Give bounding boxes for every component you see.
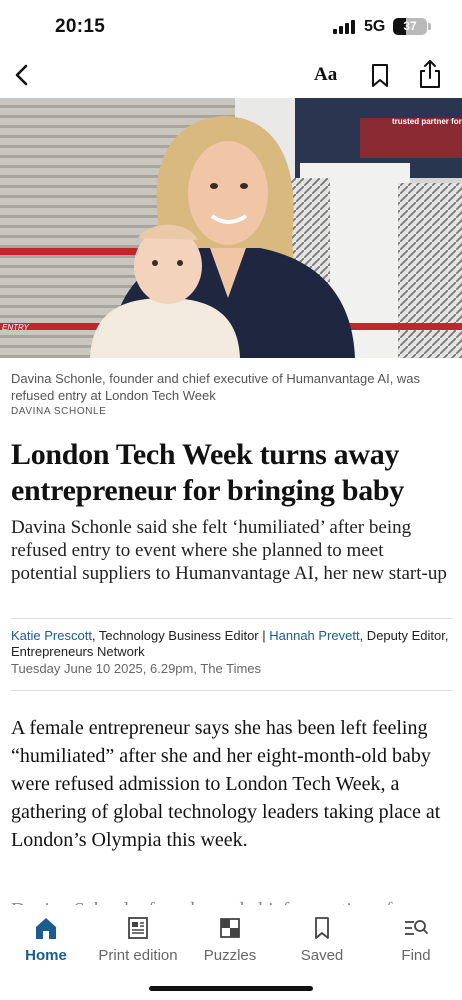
photo-credit: DAVINA SCHONLE bbox=[11, 406, 107, 417]
tab-label: Puzzles bbox=[203, 947, 257, 964]
share-icon[interactable] bbox=[417, 58, 443, 90]
search-icon bbox=[405, 920, 428, 935]
bookmark-icon bbox=[315, 917, 329, 939]
tab-home[interactable]: Home bbox=[0, 915, 92, 964]
article-hero-photo[interactable]: trusted partner for ENTRY bbox=[0, 98, 462, 358]
photo-caption: Davina Schonle, founder and chief execut… bbox=[11, 371, 421, 403]
bookmark-icon[interactable] bbox=[368, 60, 392, 90]
status-time: 20:15 bbox=[55, 16, 106, 37]
divider bbox=[11, 618, 451, 619]
article-headline: London Tech Week turns away entrepreneur… bbox=[11, 438, 404, 507]
byline: Katie Prescott, Technology Business Edit… bbox=[11, 628, 451, 660]
author-link-hannah-prevett[interactable]: Hannah Prevett bbox=[269, 628, 359, 643]
tab-label: Print edition bbox=[98, 947, 178, 964]
back-arrow-icon[interactable] bbox=[8, 60, 36, 90]
battery-level: 37 bbox=[403, 19, 417, 33]
hero-sign-text: trusted partner for bbox=[392, 117, 462, 126]
article-standfirst: Davina Schonle said she felt ‘humiliated… bbox=[11, 517, 447, 584]
battery-icon: 37 bbox=[393, 18, 427, 35]
home-icon bbox=[36, 918, 56, 939]
tab-label: Saved bbox=[300, 947, 344, 964]
tab-find[interactable]: Find bbox=[370, 915, 462, 964]
network-type: 5G bbox=[364, 18, 386, 35]
home-indicator[interactable] bbox=[149, 986, 313, 991]
hero-photo-illustration: trusted partner for ENTRY bbox=[0, 98, 462, 358]
text-size-button[interactable]: Aa bbox=[314, 64, 337, 86]
tab-label: Find bbox=[401, 947, 431, 964]
status-bar: 20:15 5G 37 bbox=[0, 0, 462, 56]
signal-strength-icon bbox=[333, 20, 357, 34]
tab-saved[interactable]: Saved bbox=[276, 915, 368, 964]
tab-label: Home bbox=[25, 947, 67, 964]
article-body-paragraph: A female entrepreneur says she has been … bbox=[11, 717, 441, 851]
article-toolbar: Aa bbox=[0, 56, 462, 96]
divider bbox=[11, 690, 451, 691]
author-link-katie-prescott[interactable]: Katie Prescott bbox=[11, 628, 92, 643]
article-dateline: Tuesday June 10 2025, 6.29pm, The Times bbox=[11, 661, 262, 676]
tab-puzzles[interactable]: Puzzles bbox=[184, 915, 276, 964]
author-role: , Technology Business Editor | bbox=[91, 628, 270, 643]
tab-print-edition[interactable]: Print edition bbox=[92, 915, 184, 964]
puzzle-grid-icon bbox=[220, 918, 240, 938]
hero-entry-text: ENTRY bbox=[2, 323, 29, 332]
newspaper-icon bbox=[128, 917, 148, 939]
